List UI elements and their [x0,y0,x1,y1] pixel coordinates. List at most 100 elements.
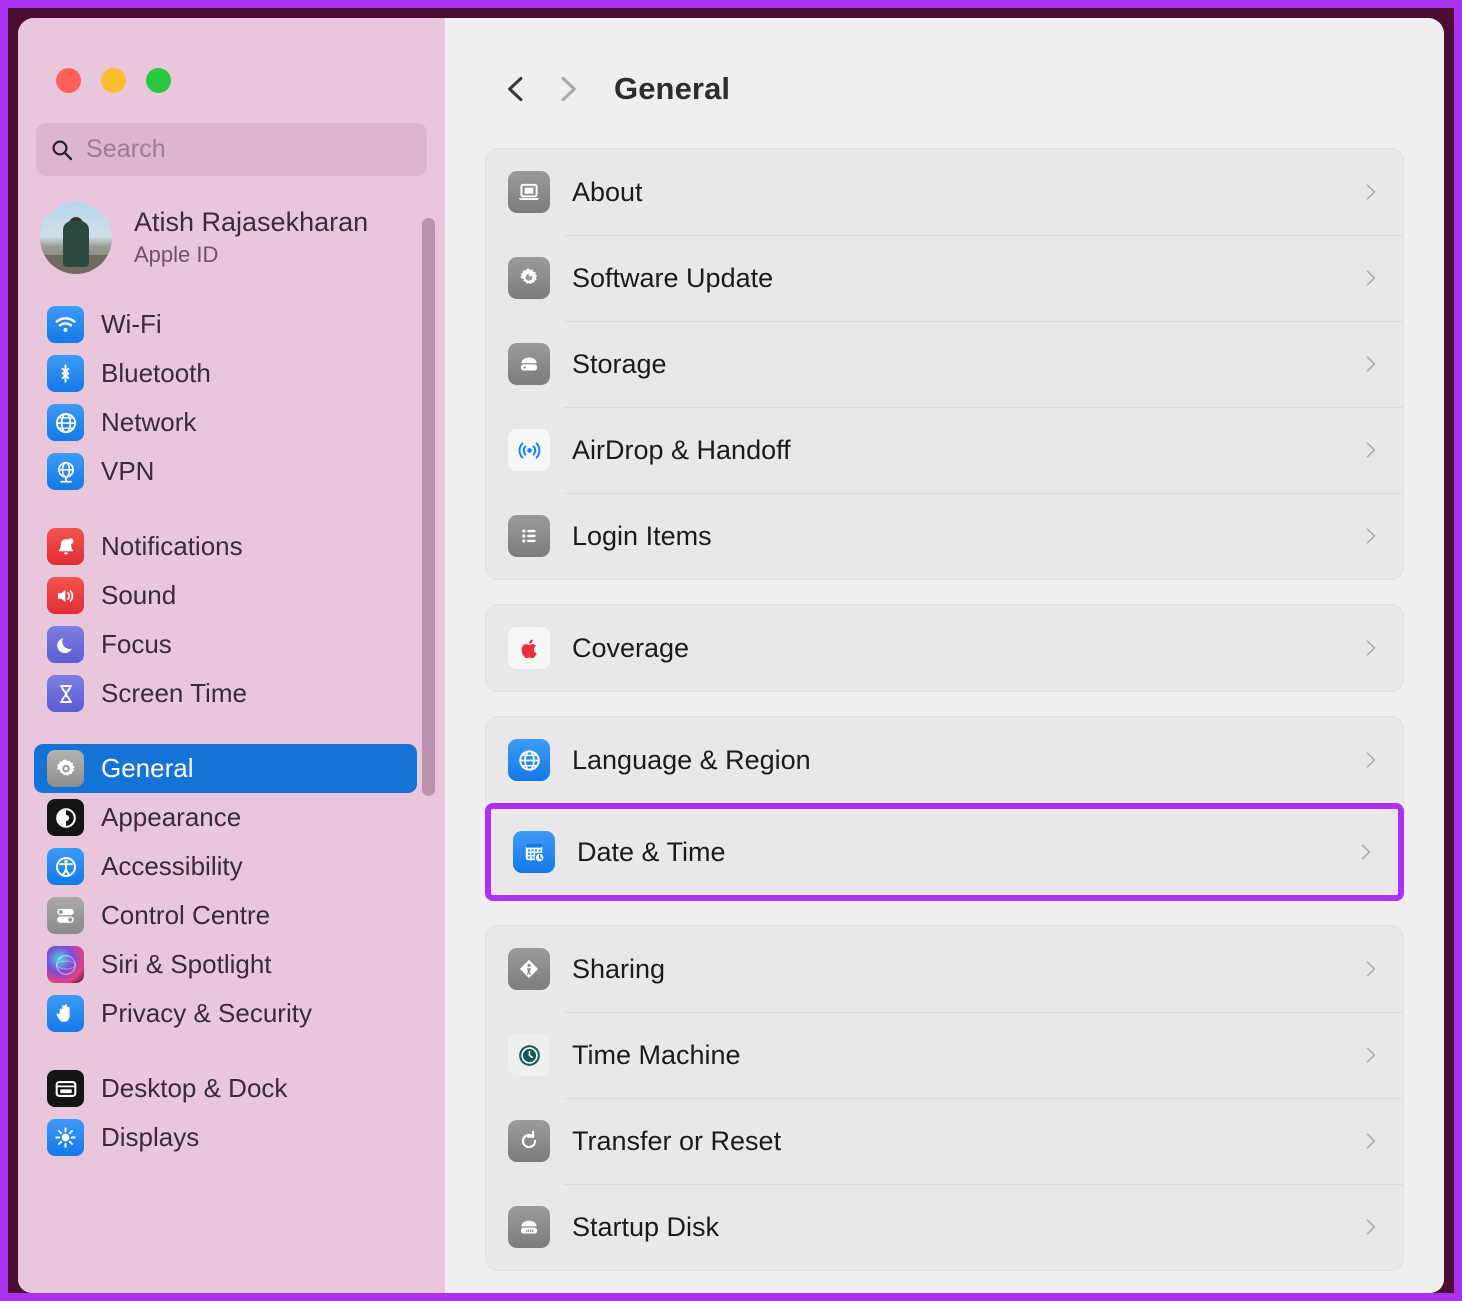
settings-row-transfer-or-reset[interactable]: Transfer or Reset [486,1098,1403,1184]
sidebar-item-label: Appearance [101,802,241,833]
settings-row-coverage[interactable]: Coverage [486,605,1403,691]
sidebar-item-label: Accessibility [101,851,243,882]
main-header: General [485,58,1404,120]
minimize-button[interactable] [101,68,126,93]
laptop-icon [508,171,550,213]
chevron-right-icon [1361,633,1381,663]
settings-row-storage[interactable]: Storage [486,321,1403,407]
toggles-icon [47,897,84,934]
settings-row-sharing[interactable]: Sharing [486,926,1403,1012]
settings-group-maintenance: Sharing [485,925,1404,1271]
chevron-right-icon [1361,435,1381,465]
date-time-icon [513,831,555,873]
settings-row-airdrop-handoff[interactable]: AirDrop & Handoff [486,407,1403,493]
sidebar-item-label: Focus [101,629,172,660]
sidebar-group-alerts: Notifications Sound [18,522,445,718]
account-subtitle: Apple ID [134,241,368,270]
main-content: General About [445,18,1444,1293]
wifi-icon [47,306,84,343]
search-field[interactable]: Search [36,123,427,176]
desktop-dock-icon [47,1070,84,1107]
bell-icon [47,528,84,565]
sidebar-item-displays[interactable]: Displays [34,1113,417,1162]
zoom-button[interactable] [146,68,171,93]
transfer-reset-icon [508,1120,550,1162]
sidebar-item-accessibility[interactable]: Accessibility [34,842,417,891]
settings-row-login-items[interactable]: Login Items [486,493,1403,579]
settings-row-about[interactable]: About [486,149,1403,235]
sharing-icon [508,948,550,990]
settings-row-label: Language & Region [572,745,1361,776]
hourglass-icon [47,675,84,712]
hand-icon [47,995,84,1032]
sidebar-item-desktop-dock[interactable]: Desktop & Dock [34,1064,417,1113]
sidebar-item-general[interactable]: General [34,744,417,793]
back-chevron-icon[interactable] [490,63,542,115]
settings-row-label: Time Machine [572,1040,1361,1071]
settings-row-label: Date & Time [577,837,1356,868]
sidebar-item-label: Privacy & Security [101,998,312,1029]
chevron-right-icon [1361,1126,1381,1156]
settings-row-startup-disk[interactable]: Startup Disk [486,1184,1403,1270]
siri-icon [47,946,84,983]
annotation-frame: Search Atish Rajasekharan Apple ID [8,8,1454,1293]
chevron-right-icon [1361,521,1381,551]
annotated-screenshot: Search Atish Rajasekharan Apple ID [0,0,1462,1301]
sidebar-item-network[interactable]: Network [34,398,417,447]
sidebar-item-label: Wi-Fi [101,309,162,340]
sidebar-item-label: General [101,753,194,784]
settings-row-time-machine[interactable]: Time Machine [486,1012,1403,1098]
settings-row-date-time[interactable]: Date & Time [491,809,1398,895]
startup-disk-icon [508,1206,550,1248]
system-settings-window: Search Atish Rajasekharan Apple ID [18,18,1444,1293]
settings-subcard-language: Language & Region [485,716,1404,803]
settings-group-locale: Language & Region [485,716,1404,901]
sidebar-item-notifications[interactable]: Notifications [34,522,417,571]
chevron-right-icon [1361,1212,1381,1242]
bluetooth-icon [47,355,84,392]
chevron-right-icon [1361,177,1381,207]
apple-id-account-item[interactable]: Atish Rajasekharan Apple ID [40,198,427,278]
search-icon [50,138,74,162]
sidebar-item-label: Screen Time [101,678,247,709]
sidebar-item-vpn[interactable]: VPN [34,447,417,496]
moon-icon [47,626,84,663]
settings-row-label: Coverage [572,633,1361,664]
apple-coverage-icon [508,627,550,669]
globe-icon [508,739,550,781]
sidebar-item-label: Siri & Spotlight [101,949,272,980]
settings-row-software-update[interactable]: Software Update [486,235,1403,321]
sidebar-item-appearance[interactable]: Appearance [34,793,417,842]
sidebar-item-siri-spotlight[interactable]: Siri & Spotlight [34,940,417,989]
sidebar-item-bluetooth[interactable]: Bluetooth [34,349,417,398]
sidebar-item-focus[interactable]: Focus [34,620,417,669]
settings-row-label: Software Update [572,263,1361,294]
network-icon [47,404,84,441]
chevron-right-icon [1361,745,1381,775]
search-input[interactable]: Search [86,135,166,164]
login-items-icon [508,515,550,557]
settings-row-label: About [572,177,1361,208]
sidebar-item-label: Desktop & Dock [101,1073,287,1104]
sidebar-item-label: Displays [101,1122,199,1153]
window-controls [18,18,445,93]
forward-chevron-icon[interactable] [542,63,594,115]
chevron-right-icon [1361,1040,1381,1070]
sidebar: Search Atish Rajasekharan Apple ID [18,18,445,1293]
sidebar-item-sound[interactable]: Sound [34,571,417,620]
page-title: General [614,71,730,107]
settings-row-label: Sharing [572,954,1361,985]
sidebar-scrollbar[interactable] [422,218,435,796]
sidebar-item-wi-fi[interactable]: Wi-Fi [34,300,417,349]
chevron-right-icon [1361,954,1381,984]
sidebar-item-control-centre[interactable]: Control Centre [34,891,417,940]
sidebar-item-privacy-security[interactable]: Privacy & Security [34,989,417,1038]
sidebar-item-label: Notifications [101,531,243,562]
close-button[interactable] [56,68,81,93]
chevron-right-icon [1356,837,1376,867]
sidebar-group-connectivity: Wi-Fi Bluetooth [18,300,445,496]
settings-row-language-region[interactable]: Language & Region [486,717,1403,803]
sidebar-item-screen-time[interactable]: Screen Time [34,669,417,718]
settings-row-label: Login Items [572,521,1361,552]
settings-group-coverage: Coverage [485,604,1404,692]
